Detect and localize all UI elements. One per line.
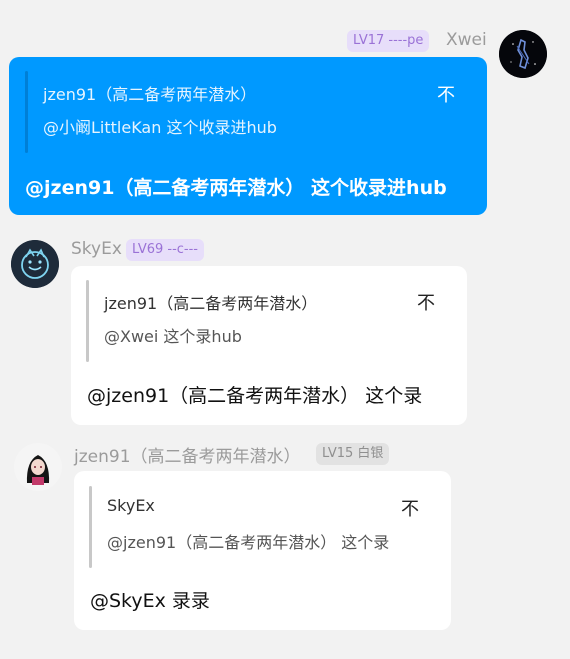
quote-text: @Xwei 这个录hub (104, 327, 242, 346)
message-bubble[interactable]: jzen91（高二备考两年潜水） 不 @小阚LittleKan 这个收录进hub… (9, 57, 487, 215)
sender-name[interactable]: Xwei (446, 30, 487, 50)
reply-quote[interactable]: jzen91（高二备考两年潜水） 不 @小阚LittleKan 这个收录进hub (25, 71, 465, 153)
avatar[interactable] (11, 240, 59, 288)
level-badge: LV17 ----pe (347, 30, 430, 52)
avatar[interactable] (499, 30, 547, 78)
quote-more-icon[interactable]: 不 (437, 81, 455, 107)
quote-bar (89, 486, 92, 568)
quote-bar (86, 280, 89, 362)
quote-text: @小阚LittleKan 这个收录进hub (43, 118, 277, 137)
level-badge: LV15 白银 (316, 443, 390, 465)
quote-more-icon[interactable]: 不 (417, 289, 435, 315)
sender-name[interactable]: jzen91（高二备考两年潜水） (74, 442, 301, 467)
quote-author: jzen91（高二备考两年潜水） (43, 85, 257, 104)
message-bubble[interactable]: jzen91（高二备考两年潜水） 不 @Xwei 这个录hub @jzen91（… (71, 266, 467, 425)
level-badge: LV69 --c--- (126, 239, 204, 261)
sender-name[interactable]: SkyEx (71, 239, 122, 259)
quote-bar (25, 71, 28, 153)
reply-quote[interactable]: SkyEx 不 @jzen91（高二备考两年潜水） 这个录 (89, 486, 434, 568)
quote-author: SkyEx (107, 496, 155, 515)
message-text: @SkyEx 录录 (90, 590, 210, 612)
quote-more-icon[interactable]: 不 (401, 495, 419, 521)
quote-text: @jzen91（高二备考两年潜水） 这个录 (107, 533, 390, 552)
quote-author: jzen91（高二备考两年潜水） (104, 294, 318, 313)
avatar[interactable] (14, 443, 62, 491)
message-text: @jzen91（高二备考两年潜水） 这个录 (87, 385, 423, 407)
reply-quote[interactable]: jzen91（高二备考两年潜水） 不 @Xwei 这个录hub (86, 280, 446, 362)
message-text: @jzen91（高二备考两年潜水） 这个收录进hub (25, 177, 447, 199)
message-bubble[interactable]: SkyEx 不 @jzen91（高二备考两年潜水） 这个录 @SkyEx 录录 (74, 471, 451, 630)
